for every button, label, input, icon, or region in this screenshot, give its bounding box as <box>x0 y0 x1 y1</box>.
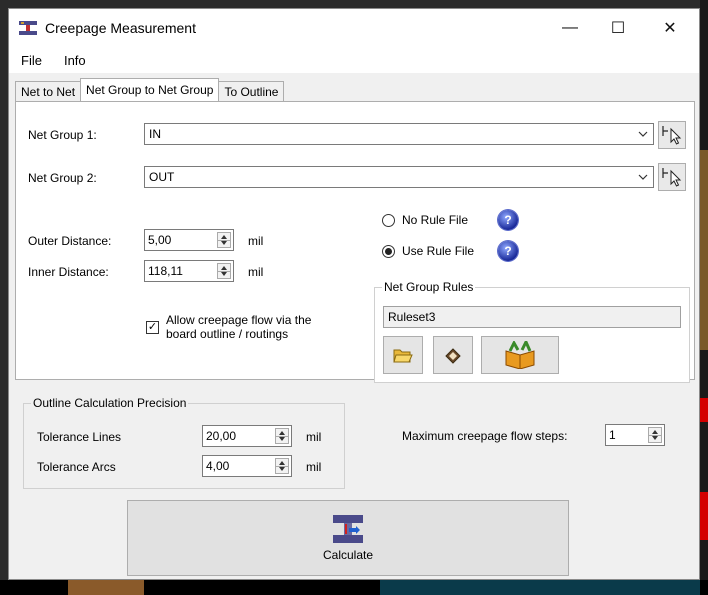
allow-creepage-flow-checkbox[interactable]: ✓ <box>146 321 159 334</box>
erase-icon <box>445 348 461 364</box>
maximize-button[interactable]: ☐ <box>595 9 641 47</box>
outer-distance-input[interactable]: 5,00 <box>144 229 234 251</box>
spin-arrows-icon[interactable] <box>275 428 289 444</box>
background-app-marker <box>700 398 708 422</box>
spin-arrows-icon[interactable] <box>217 263 231 279</box>
minimize-button[interactable]: — <box>547 9 593 47</box>
chevron-down-icon <box>638 174 648 180</box>
open-rule-file-button[interactable] <box>383 336 423 374</box>
tab-net-group-to-net-group[interactable]: Net Group to Net Group <box>80 78 220 101</box>
cursor-pick-icon <box>662 126 682 145</box>
background-app-bottom <box>0 580 708 595</box>
calculate-icon <box>333 515 363 543</box>
outline-precision-title: Outline Calculation Precision <box>31 396 189 410</box>
spin-arrows-icon[interactable] <box>648 427 662 443</box>
net-group-rules-title: Net Group Rules <box>382 280 476 294</box>
outline-precision-group: Outline Calculation Precision Tolerance … <box>23 396 345 489</box>
window-title: Creepage Measurement <box>45 20 196 36</box>
use-rule-file-label: Use Rule File <box>402 244 475 258</box>
menu-info[interactable]: Info <box>64 53 86 68</box>
close-button[interactable]: ✕ <box>647 9 693 47</box>
cursor-pick-icon <box>662 168 682 187</box>
app-icon <box>19 21 37 35</box>
pick-net-group-1-button[interactable] <box>658 121 686 149</box>
tab-to-outline[interactable]: To Outline <box>218 81 285 101</box>
max-steps-value: 1 <box>609 428 616 442</box>
ruleset-field[interactable]: Ruleset3 <box>383 306 681 328</box>
tab-net-to-net[interactable]: Net to Net <box>15 81 82 101</box>
net-group-rules-group: Net Group Rules Ruleset3 <box>374 280 690 383</box>
menu-bar: File Info <box>9 47 699 73</box>
inner-distance-unit: mil <box>248 265 264 279</box>
menu-file[interactable]: File <box>21 53 42 68</box>
tolerance-arcs-unit: mil <box>306 460 322 474</box>
tolerance-lines-input[interactable]: 20,00 <box>202 425 292 447</box>
inner-distance-label: Inner Distance: <box>28 265 109 279</box>
calculate-label: Calculate <box>322 548 374 562</box>
background-app-marker-2 <box>700 492 708 540</box>
net-group-1-combo[interactable]: IN <box>144 123 654 145</box>
use-rule-file-radio[interactable] <box>382 245 395 258</box>
clear-rule-file-button[interactable] <box>433 336 473 374</box>
max-steps-label: Maximum creepage flow steps: <box>402 429 568 443</box>
help-question-icon[interactable]: ? <box>498 241 518 261</box>
tolerance-arcs-label: Tolerance Arcs <box>37 460 116 474</box>
calculate-button[interactable]: Calculate <box>127 500 569 576</box>
outer-distance-value: 5,00 <box>148 233 172 247</box>
allow-creepage-flow-label-1: Allow creepage flow via the <box>166 313 312 327</box>
spin-arrows-icon[interactable] <box>275 458 289 474</box>
allow-creepage-flow-label-2: board outline / routings <box>166 327 289 341</box>
tolerance-lines-label: Tolerance Lines <box>37 430 122 444</box>
tolerance-lines-value: 20,00 <box>206 429 237 443</box>
spin-arrows-icon[interactable] <box>217 232 231 248</box>
ruleset-value: Ruleset3 <box>388 310 436 324</box>
inner-distance-value: 118,11 <box>148 264 183 278</box>
outer-distance-unit: mil <box>248 234 264 248</box>
no-rule-file-label: No Rule File <box>402 213 469 227</box>
creepage-window: Creepage Measurement — ☐ ✕ File Info Net… <box>8 8 700 580</box>
tab-panel: Net Group 1: IN Net Group 2: OUT Outer D… <box>15 101 695 383</box>
max-steps-input[interactable]: 1 <box>605 424 665 446</box>
tolerance-arcs-input[interactable]: 4,00 <box>202 455 292 477</box>
title-bar: Creepage Measurement — ☐ ✕ <box>9 9 699 47</box>
tolerance-lines-unit: mil <box>306 430 322 444</box>
chevron-down-icon <box>638 131 648 137</box>
net-group-2-value: OUT <box>149 170 175 184</box>
background-app-strip <box>700 150 708 350</box>
outer-distance-label: Outer Distance: <box>28 234 112 248</box>
package-icon <box>505 341 535 369</box>
rule-package-button[interactable] <box>481 336 559 374</box>
net-group-1-value: IN <box>149 127 161 141</box>
open-folder-icon <box>393 349 413 363</box>
inner-distance-input[interactable]: 118,11 <box>144 260 234 282</box>
net-group-2-combo[interactable]: OUT <box>144 166 654 188</box>
help-question-icon[interactable]: ? <box>498 210 518 230</box>
net-group-2-label: Net Group 2: <box>28 171 97 185</box>
tolerance-arcs-value: 4,00 <box>206 459 230 473</box>
pick-net-group-2-button[interactable] <box>658 163 686 191</box>
net-group-1-label: Net Group 1: <box>28 128 97 142</box>
no-rule-file-radio[interactable] <box>382 214 395 227</box>
tab-strip: Net to Net Net Group to Net Group To Out… <box>15 78 285 101</box>
